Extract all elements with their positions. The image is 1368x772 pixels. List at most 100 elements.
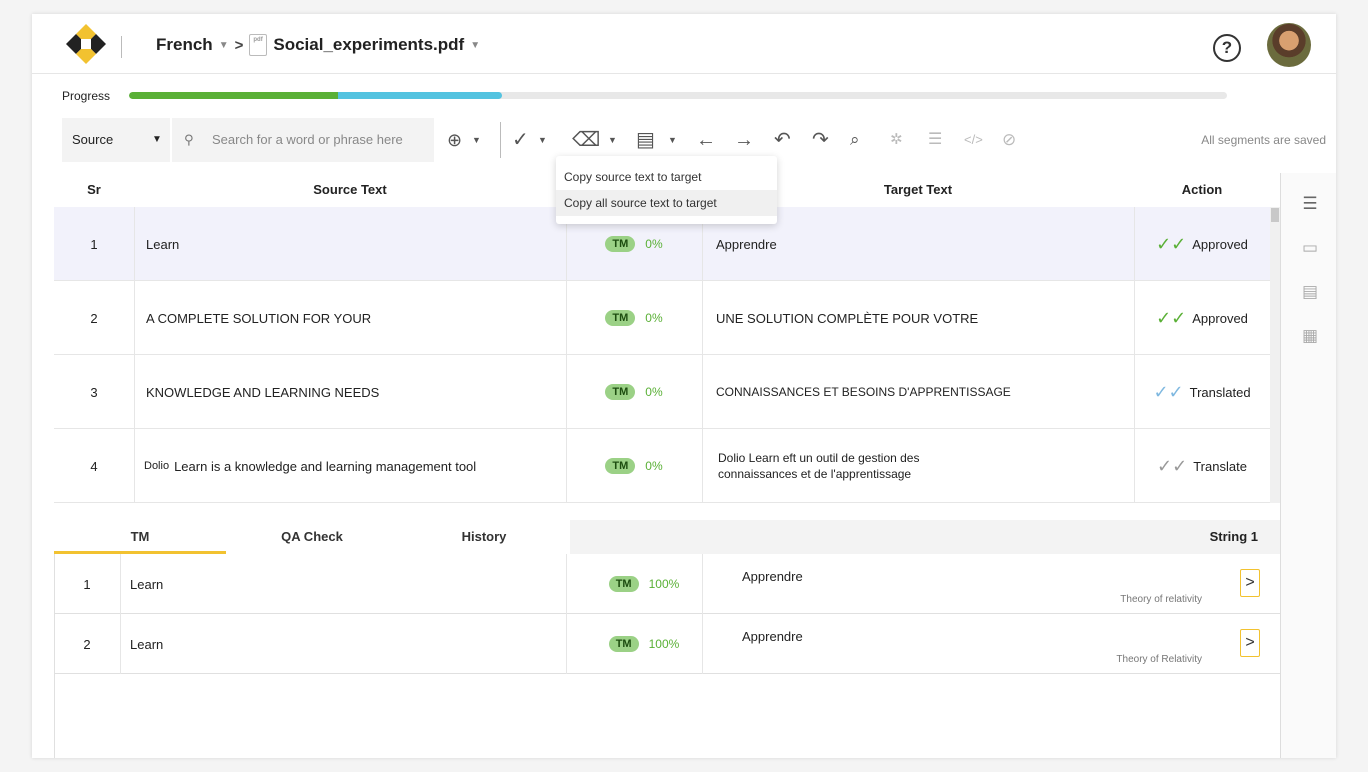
tab-tm[interactable]: TM: [54, 520, 226, 554]
align-icon[interactable]: ☰: [928, 128, 942, 152]
file-name[interactable]: Social_experiments.pdf: [273, 35, 464, 55]
tm-source: Learn: [130, 636, 164, 652]
source-text[interactable]: Dolio Learn is a knowledge and learning …: [144, 429, 566, 503]
code-tags-icon[interactable]: </>: [964, 128, 983, 152]
hide-icon[interactable]: ⊘: [1002, 128, 1016, 152]
download-icon[interactable]: ⊕: [447, 128, 462, 152]
action-cell[interactable]: ✓✓ Approved: [1134, 281, 1270, 355]
menu-item-copy-all-source[interactable]: Copy all source text to target: [556, 190, 777, 216]
segments-table: 1 Learn TM 0% Apprendre ✓✓ Approved 2 A …: [54, 207, 1270, 503]
bottom-tabs: TM QA Check History: [54, 520, 570, 554]
match-percent: 0%: [645, 311, 663, 325]
header-divider: [121, 36, 122, 58]
redo-icon[interactable]: ↷: [812, 128, 829, 152]
match-cell: TM 100%: [566, 554, 722, 614]
arrow-left-icon[interactable]: ←: [696, 128, 716, 152]
tm-target-cell: Apprendre Theory of Relativity >: [722, 614, 1280, 674]
chevron-down-icon[interactable]: ▼: [538, 128, 547, 152]
match-percent: 0%: [645, 459, 663, 473]
chevron-right-icon: >: [234, 36, 244, 54]
header-sr: Sr: [87, 182, 101, 197]
match-percent: 0%: [645, 237, 663, 251]
match-cell: TM 0%: [566, 281, 702, 355]
target-line: Dolio Learn eft un outil de gestion des: [718, 451, 920, 465]
source-text[interactable]: KNOWLEDGE AND LEARNING NEEDS: [146, 355, 566, 429]
help-icon[interactable]: ?: [1213, 34, 1241, 62]
copy-source-menu: Copy source text to target Copy all sour…: [556, 156, 777, 224]
row-sr: 2: [83, 636, 91, 652]
search-icon: ⚲: [184, 132, 194, 147]
right-side-panel: ☰ ▭ ▤ ▦: [1280, 173, 1336, 758]
match-percent: 100%: [648, 637, 680, 651]
calculator-icon[interactable]: ▦: [1299, 325, 1321, 347]
document-icon[interactable]: ▤: [636, 128, 655, 152]
action-cell[interactable]: ✓✓ Translated: [1134, 355, 1270, 429]
search-placeholder: Search for a word or phrase here: [212, 132, 403, 147]
progress-label: Progress: [62, 89, 111, 103]
action-cell[interactable]: ✓✓ Translate: [1134, 429, 1270, 503]
action-cell[interactable]: ✓✓ Approved: [1134, 207, 1270, 281]
chevron-down-icon: ▼: [152, 134, 162, 145]
tm-source: Learn: [130, 576, 164, 592]
progress-translated-segment: [337, 92, 503, 99]
special-chars-icon[interactable]: ✲: [890, 128, 903, 152]
header-action: Action: [1181, 182, 1223, 197]
row-sr: 4: [90, 458, 98, 474]
target-line: connaissances et de l'apprentissage: [718, 467, 912, 481]
tab-qa-check[interactable]: QA Check: [226, 520, 398, 554]
table-row[interactable]: 3 KNOWLEDGE AND LEARNING NEEDS TM 0% CON…: [54, 355, 1270, 429]
target-text[interactable]: CONNAISSANCES ET BESOINS D'APPRENTISSAGE: [716, 355, 1134, 429]
check-icon[interactable]: ✓: [512, 128, 529, 152]
status-label: Approved: [1192, 236, 1248, 252]
scrollbar-thumb[interactable]: [1271, 208, 1279, 222]
tm-target-cell: Apprendre Theory of relativity >: [722, 554, 1280, 614]
target-text[interactable]: UNE SOLUTION COMPLÈTE POUR VOTRE: [716, 281, 1134, 355]
top-bar: French ▼ > Social_experiments.pdf ▼ ?: [32, 14, 1336, 74]
match-percent: 100%: [648, 577, 680, 591]
find-replace-icon[interactable]: ⌕: [850, 128, 860, 152]
note-icon[interactable]: ▤: [1299, 281, 1321, 303]
double-check-icon: ✓✓: [1157, 455, 1188, 476]
target-text[interactable]: Apprendre: [716, 207, 1134, 281]
source-text[interactable]: A COMPLETE SOLUTION FOR YOUR: [146, 281, 566, 355]
search-input[interactable]: ⚲ Search for a word or phrase here: [172, 118, 434, 162]
tm-origin: Theory of relativity: [1120, 594, 1202, 605]
tm-match-row[interactable]: 2 Learn TM 100% Apprendre Theory of Rela…: [54, 614, 1280, 674]
source-select[interactable]: Source ▼: [62, 118, 170, 162]
tab-history[interactable]: History: [398, 520, 570, 554]
undo-icon[interactable]: ↶: [774, 128, 791, 152]
source-text-content: Learn is a knowledge and learning manage…: [174, 458, 477, 474]
status-label: Approved: [1192, 310, 1248, 326]
menu-item-copy-source[interactable]: Copy source text to target: [556, 164, 777, 190]
chevron-down-icon[interactable]: ▼: [470, 40, 480, 51]
tm-target: Apprendre: [742, 569, 803, 584]
language-selector[interactable]: French: [156, 35, 213, 55]
tm-match-row[interactable]: 1 Learn TM 100% Apprendre Theory of rela…: [54, 554, 1280, 614]
source-select-value: Source: [72, 132, 114, 147]
filter-icon[interactable]: ☰: [1299, 193, 1321, 215]
match-percent: 0%: [645, 385, 663, 399]
logo-icon[interactable]: [64, 22, 108, 66]
apply-match-button[interactable]: >: [1240, 629, 1260, 657]
arrow-right-icon[interactable]: →: [734, 128, 754, 152]
chevron-down-icon[interactable]: ▼: [668, 128, 677, 152]
chevron-down-icon[interactable]: ▼: [219, 40, 229, 51]
copy-eraser-icon[interactable]: ⌫: [572, 128, 600, 152]
source-tag: Dolio: [144, 460, 170, 472]
toolbar-divider: [500, 122, 501, 158]
source-text[interactable]: Learn: [146, 207, 566, 281]
table-row[interactable]: 4 Dolio Learn is a knowledge and learnin…: [54, 429, 1270, 503]
double-check-icon: ✓✓: [1156, 233, 1187, 254]
scrollbar[interactable]: [1270, 207, 1280, 503]
apply-match-button[interactable]: >: [1240, 569, 1260, 597]
avatar[interactable]: [1267, 23, 1311, 67]
panel-divider: [54, 554, 55, 758]
double-check-icon: ✓✓: [1156, 307, 1187, 328]
comment-icon[interactable]: ▭: [1299, 237, 1321, 259]
chevron-down-icon[interactable]: ▼: [608, 128, 617, 152]
match-cell: TM 100%: [566, 614, 722, 674]
tm-origin: Theory of Relativity: [1116, 654, 1202, 665]
chevron-down-icon[interactable]: ▼: [472, 128, 481, 152]
table-row[interactable]: 2 A COMPLETE SOLUTION FOR YOUR TM 0% UNE…: [54, 281, 1270, 355]
target-text[interactable]: Dolio Learn eft un outil de gestion des …: [718, 429, 1134, 503]
